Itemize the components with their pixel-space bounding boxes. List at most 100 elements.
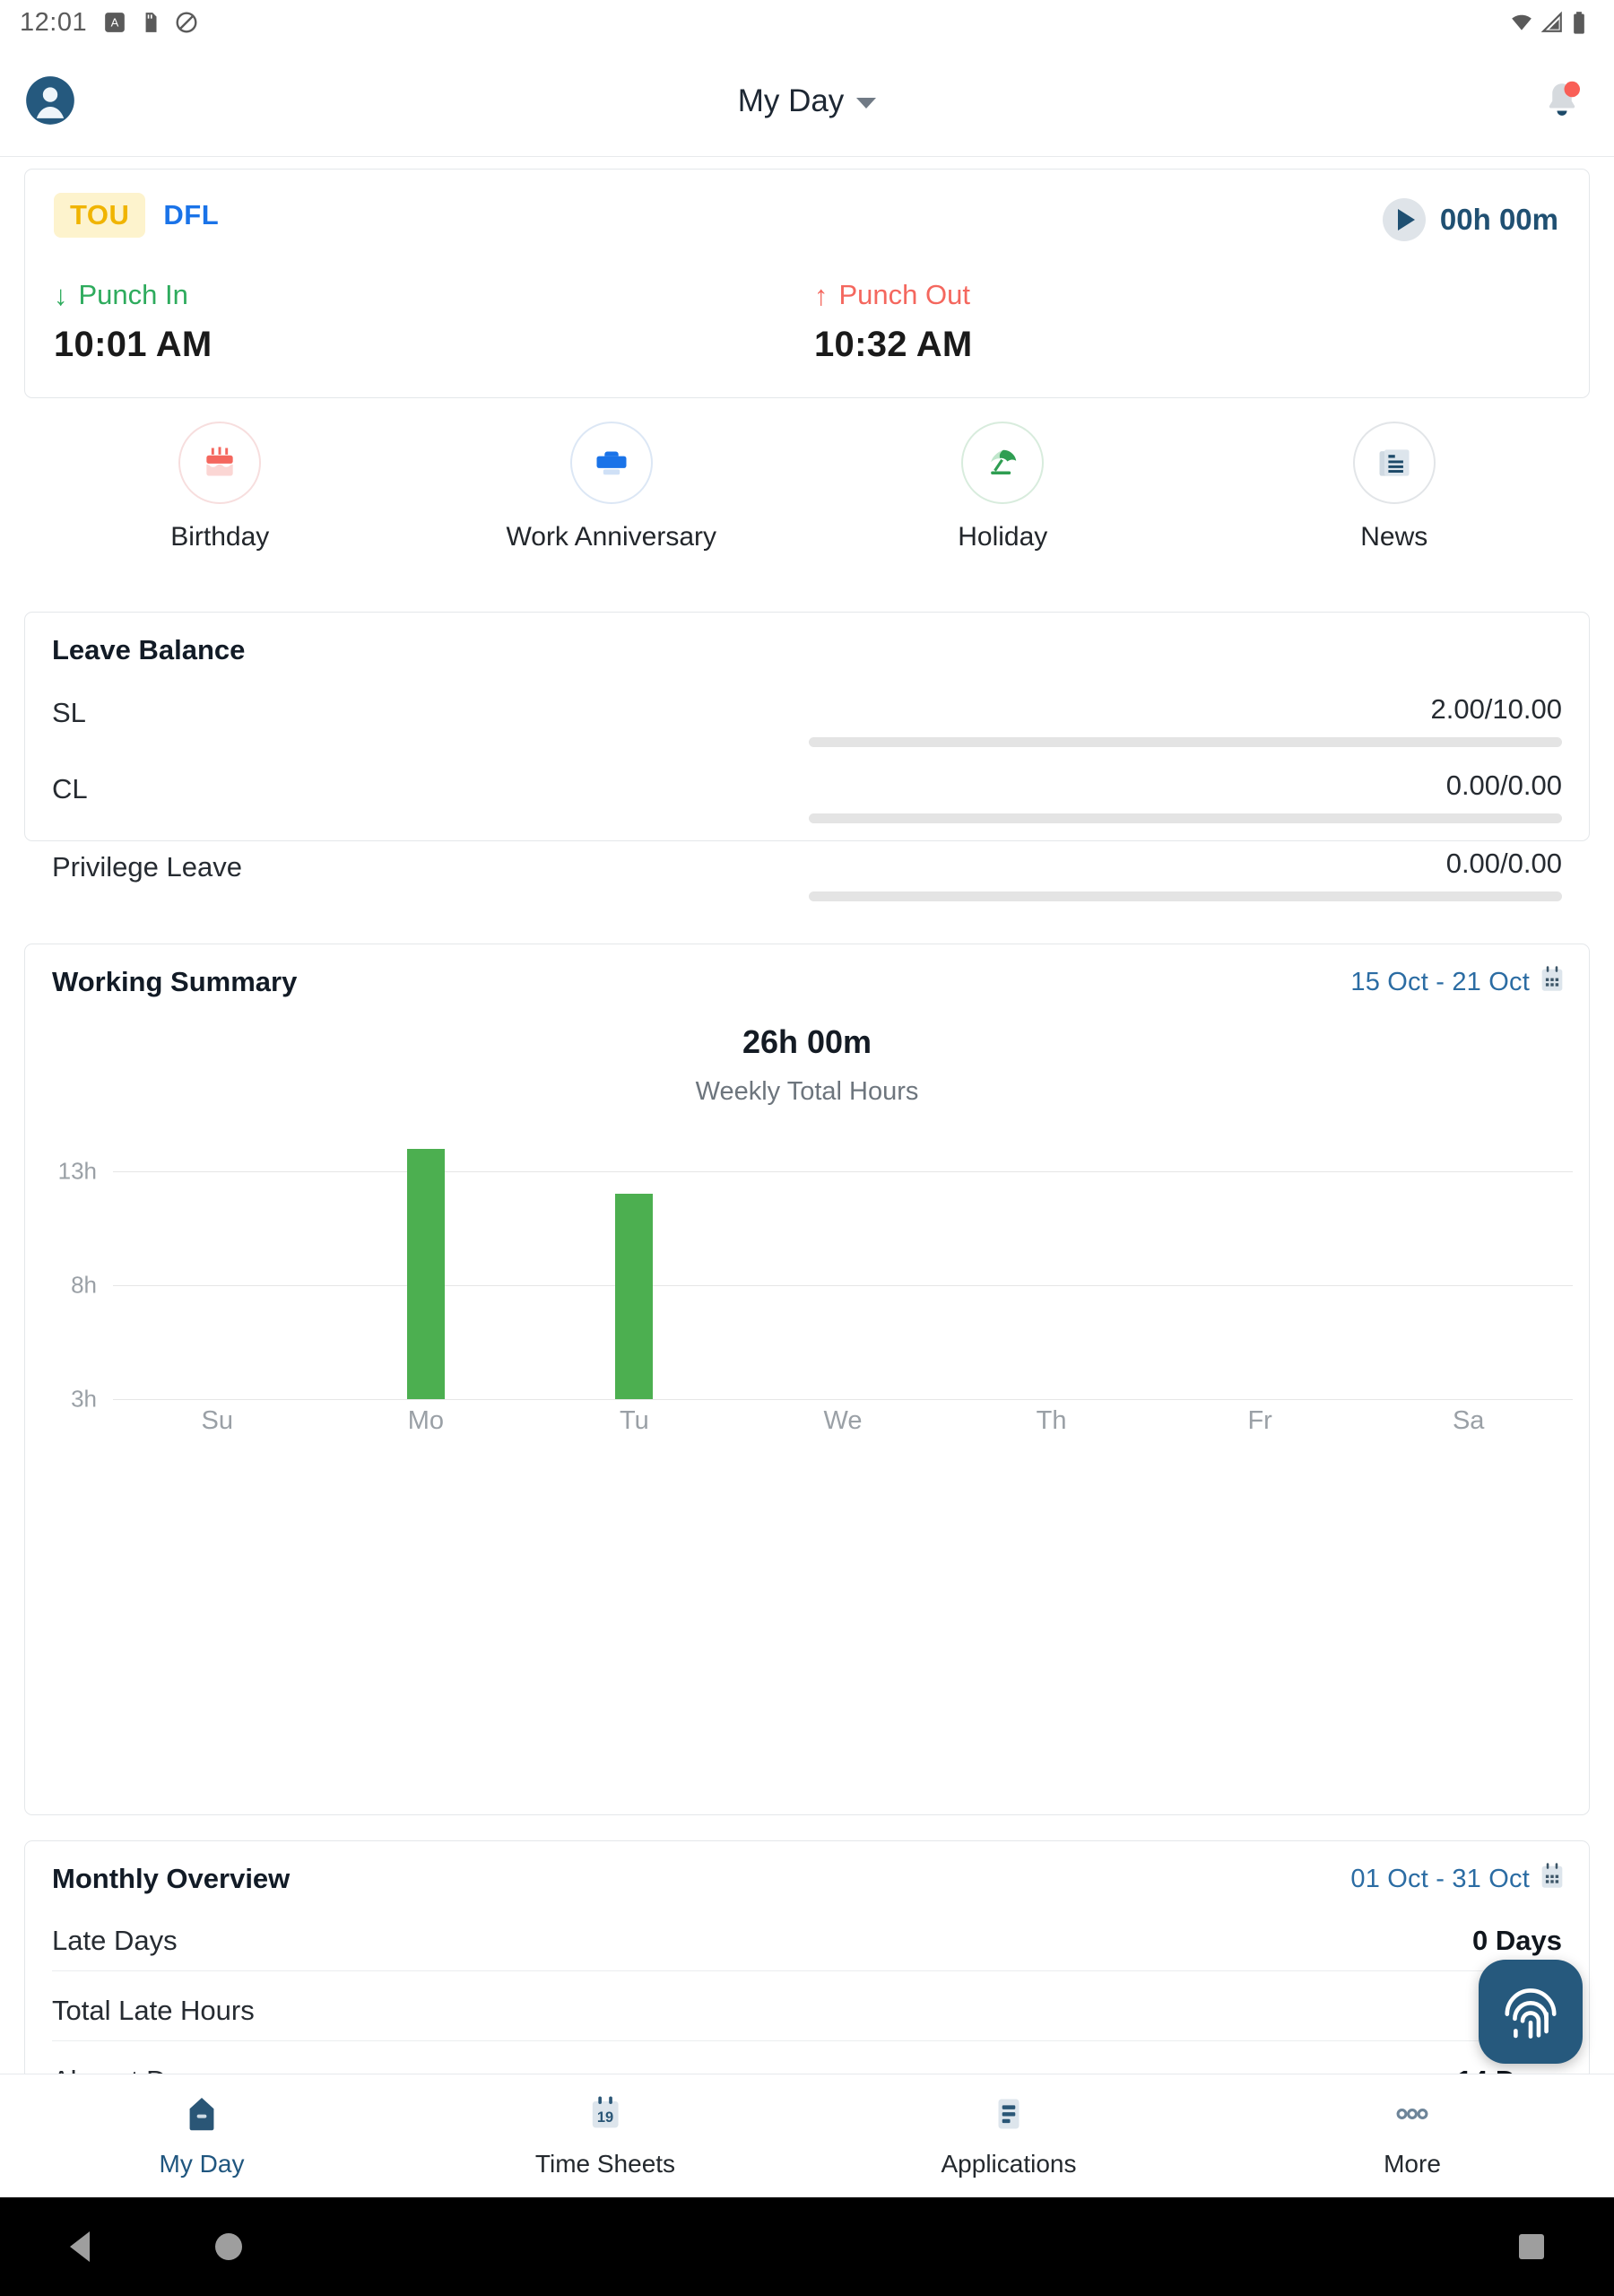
working-summary-card: Working Summary 15 Oct - 21 Oct 26h 00m … xyxy=(24,944,1590,1815)
leave-balance-row: Privilege Leave 0.00/0.00 xyxy=(52,848,1562,901)
user-avatar-icon[interactable] xyxy=(25,75,75,126)
svg-text:A: A xyxy=(111,15,119,29)
punch-in-time: 10:01 AM xyxy=(54,325,213,365)
leave-value: 0.00/0.00 xyxy=(1446,848,1562,880)
app-screen: 12:01 A xyxy=(0,0,1614,2296)
weekly-total-value: 26h 00m xyxy=(25,1023,1589,1061)
quick-actions-row: Birthday Work Anniversary xyxy=(24,422,1590,583)
battery-icon xyxy=(1571,11,1594,34)
leave-progress-track xyxy=(809,891,1562,901)
chart-x-tick-label: Tu xyxy=(620,1406,649,1436)
chart-bar[interactable] xyxy=(615,1194,653,1399)
arrow-up-icon: ↑ xyxy=(814,282,829,309)
weekly-total-caption: Weekly Total Hours xyxy=(25,1077,1589,1107)
birthday-cake-icon xyxy=(178,422,261,504)
status-bar-clock: 12:01 xyxy=(20,8,87,38)
chart-y-tick-label: 8h xyxy=(71,1272,97,1300)
shift-chip-dfl[interactable]: DFL xyxy=(154,193,228,238)
status-bar-left-icons: A xyxy=(103,11,198,34)
nav-item-my-day[interactable]: My Day xyxy=(0,2074,404,2197)
play-icon[interactable] xyxy=(1383,198,1426,241)
news-document-icon xyxy=(1353,422,1436,504)
chart-x-tick-label: Sa xyxy=(1453,1406,1484,1436)
sd-card-icon xyxy=(139,11,162,34)
calendar-icon[interactable] xyxy=(1537,964,1567,995)
punch-in-label: Punch In xyxy=(79,279,188,311)
quick-action-label: Work Anniversary xyxy=(506,522,716,552)
app-title-dropdown[interactable]: My Day xyxy=(0,45,1614,157)
leave-value: 2.00/10.00 xyxy=(1430,693,1562,726)
nav-item-time-sheets[interactable]: 19 Time Sheets xyxy=(404,2074,807,2197)
leave-value: 0.00/0.00 xyxy=(1446,770,1562,802)
quick-action-news[interactable]: News xyxy=(1199,422,1591,552)
timer-value: 00h 00m xyxy=(1440,203,1558,237)
punch-out-label: Punch Out xyxy=(839,279,970,311)
leave-progress-track xyxy=(809,737,1562,747)
chevron-down-icon[interactable] xyxy=(856,98,876,109)
do-not-disturb-icon xyxy=(175,11,198,34)
nav-item-applications[interactable]: Applications xyxy=(807,2074,1210,2197)
leave-balance-row: CL 0.00/0.00 xyxy=(52,770,1562,823)
monthly-overview-row: Late Days 0 Days xyxy=(52,1911,1562,1971)
shift-chip-tou[interactable]: TOU xyxy=(54,193,145,238)
notification-dot xyxy=(1565,82,1581,98)
chart-x-axis-labels: Su Mo Tu We Th Fr Sa xyxy=(113,1403,1573,1442)
fingerprint-fab-button[interactable] xyxy=(1479,1960,1583,2064)
leave-balance-title: Leave Balance xyxy=(52,634,245,666)
quick-action-work-anniversary[interactable]: Work Anniversary xyxy=(416,422,808,552)
punch-out-time: 10:32 AM xyxy=(814,325,973,365)
leave-type-label: Privilege Leave xyxy=(52,851,242,883)
arrow-down-icon: ↓ xyxy=(54,282,68,309)
shift-chips: TOU DFL xyxy=(54,193,228,238)
chart-x-tick-label: Su xyxy=(202,1406,233,1436)
work-timer[interactable]: 00h 00m xyxy=(1383,198,1558,241)
chart-bar[interactable] xyxy=(407,1149,445,1399)
chart-x-tick-label: We xyxy=(824,1406,863,1436)
metric-label: Total Late Hours xyxy=(52,1995,255,2027)
list-document-icon xyxy=(988,2093,1029,2139)
working-summary-date-range[interactable]: 15 Oct - 21 Oct xyxy=(1350,968,1530,997)
beach-umbrella-icon xyxy=(961,422,1044,504)
page-title: My Day xyxy=(738,83,845,119)
status-bar: 12:01 A xyxy=(0,0,1614,45)
leave-type-label: SL xyxy=(52,697,86,729)
status-bar-right-icons xyxy=(1508,11,1594,34)
metric-value: 0 Days xyxy=(1472,1925,1562,1957)
punch-in-label-row: ↓ Punch In xyxy=(54,279,213,311)
nav-item-more[interactable]: More xyxy=(1210,2074,1614,2197)
nav-label: Time Sheets xyxy=(535,2150,675,2179)
nav-label: More xyxy=(1384,2150,1441,2179)
chart-x-tick-label: Fr xyxy=(1247,1406,1271,1436)
chart-gridline: 13h xyxy=(113,1171,1573,1172)
monthly-overview-title: Monthly Overview xyxy=(52,1863,290,1895)
more-dots-icon xyxy=(1392,2093,1433,2139)
android-system-navigation xyxy=(0,2197,1614,2296)
leave-progress-track xyxy=(809,813,1562,823)
leave-type-label: CL xyxy=(52,773,88,805)
svg-text:19: 19 xyxy=(597,2109,613,2126)
working-summary-title: Working Summary xyxy=(52,966,297,998)
app-notification-icon: A xyxy=(103,11,126,34)
punch-out-block: ↑ Punch Out 10:32 AM xyxy=(814,279,973,365)
calendar-19-icon: 19 xyxy=(585,2093,626,2139)
leave-balance-card: Leave Balance SL 2.00/10.00 CL 0.00/0.00… xyxy=(24,612,1590,841)
briefcase-icon xyxy=(570,422,653,504)
monthly-overview-row: Total Late Hours 00:00 xyxy=(52,1981,1562,2041)
chart-gridline: 8h xyxy=(113,1285,1573,1286)
back-triangle-icon[interactable] xyxy=(70,2231,90,2262)
chart-x-tick-label: Mo xyxy=(408,1406,444,1436)
nav-label: Applications xyxy=(941,2150,1077,2179)
recents-square-icon[interactable] xyxy=(1519,2234,1544,2259)
notification-bell-button[interactable] xyxy=(1535,74,1589,127)
calendar-icon[interactable] xyxy=(1537,1861,1567,1892)
home-circle-icon[interactable] xyxy=(215,2233,242,2260)
quick-action-birthday[interactable]: Birthday xyxy=(24,422,416,552)
bottom-navigation: My Day 19 Time Sheets xyxy=(0,2074,1614,2197)
chart-x-tick-label: Th xyxy=(1037,1406,1067,1436)
quick-action-holiday[interactable]: Holiday xyxy=(807,422,1199,552)
metric-label: Late Days xyxy=(52,1925,178,1957)
monthly-overview-date-range[interactable]: 01 Oct - 31 Oct xyxy=(1350,1865,1530,1894)
app-header: My Day xyxy=(0,45,1614,157)
quick-action-label: Birthday xyxy=(170,522,269,552)
leave-balance-row: SL 2.00/10.00 xyxy=(52,693,1562,747)
